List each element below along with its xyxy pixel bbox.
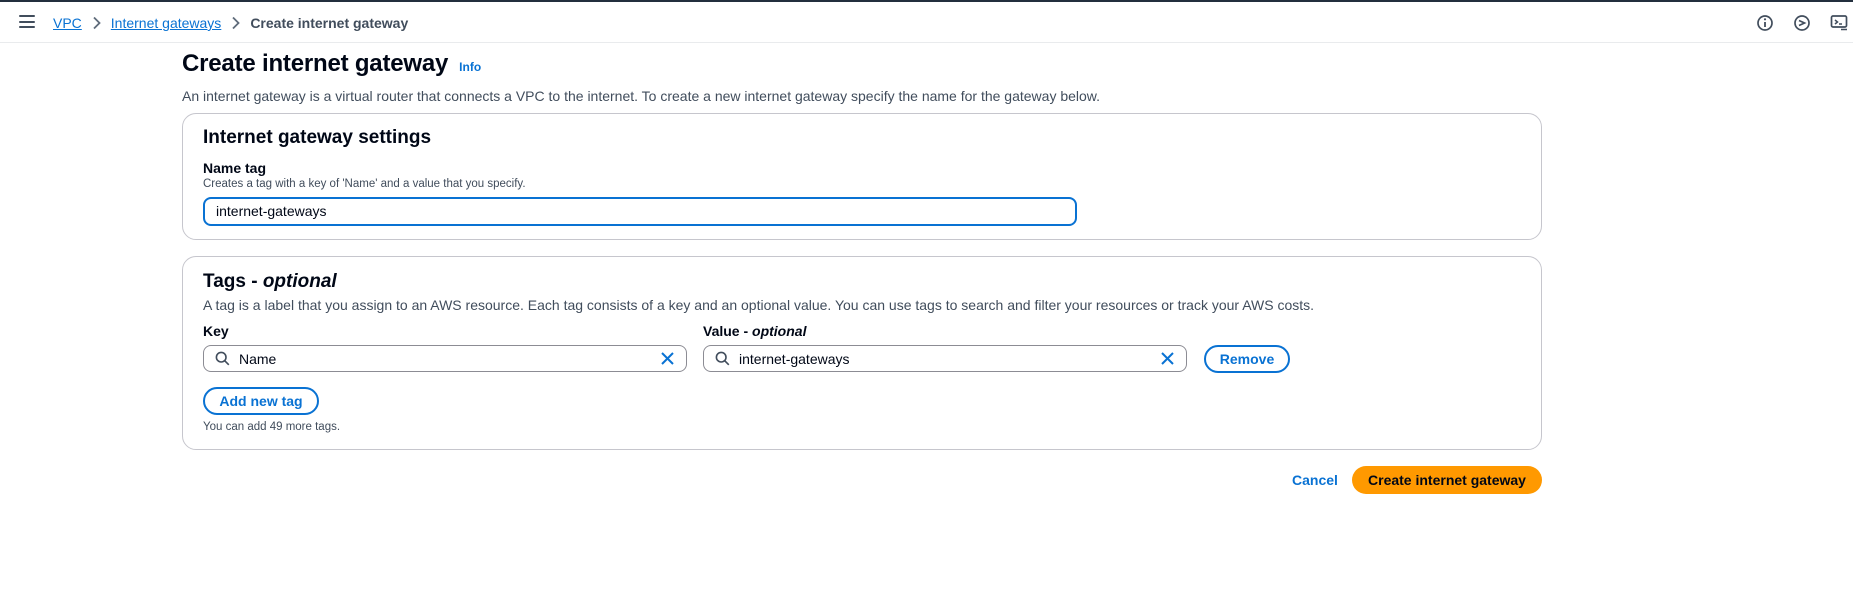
tag-value-input[interactable]: internet-gateways <box>703 345 1187 372</box>
cloudshell-icon[interactable] <box>1830 14 1848 32</box>
chevron-right-icon <box>231 16 241 30</box>
tags-panel: Tags - optional A tag is a label that yo… <box>182 256 1542 450</box>
name-tag-value: internet-gateways <box>216 203 327 219</box>
settings-heading: Internet gateway settings <box>203 127 432 148</box>
cancel-button[interactable]: Cancel <box>1292 472 1338 488</box>
tag-key-value: Name <box>239 351 277 367</box>
breadcrumb-vpc[interactable]: VPC <box>53 15 82 31</box>
info-link[interactable]: Info <box>459 60 481 74</box>
search-icon <box>215 351 230 366</box>
info-circle-icon[interactable] <box>1756 14 1774 32</box>
clear-icon[interactable] <box>660 351 675 366</box>
add-new-tag-button[interactable]: Add new tag <box>203 387 319 415</box>
remove-tag-button[interactable]: Remove <box>1204 345 1290 373</box>
tag-key-input[interactable]: Name <box>203 345 687 372</box>
name-tag-hint: Creates a tag with a key of 'Name' and a… <box>203 178 526 190</box>
tags-description: A tag is a label that you assign to an A… <box>203 297 1315 313</box>
key-label: Key <box>203 323 229 339</box>
name-tag-input[interactable]: internet-gateways <box>203 197 1077 226</box>
breadcrumb: VPC Internet gateways Create internet ga… <box>53 15 408 31</box>
value-label: Value - optional <box>703 323 807 339</box>
clear-icon[interactable] <box>1160 351 1175 366</box>
tag-value-value: internet-gateways <box>739 351 850 367</box>
breadcrumb-internet-gateways[interactable]: Internet gateways <box>111 15 222 31</box>
tags-limit-hint: You can add 49 more tags. <box>203 421 341 433</box>
menu-icon[interactable] <box>19 15 35 28</box>
breadcrumb-current: Create internet gateway <box>250 15 409 31</box>
name-tag-label: Name tag <box>203 160 267 176</box>
feedback-icon[interactable] <box>1793 14 1811 32</box>
internet-gateway-settings-panel: Internet gateway settings Name tag Creat… <box>182 113 1542 240</box>
chevron-right-icon <box>92 16 101 30</box>
search-icon <box>715 351 730 366</box>
create-internet-gateway-button[interactable]: Create internet gateway <box>1352 466 1542 494</box>
tags-heading: Tags - optional <box>203 271 337 292</box>
page-description: An internet gateway is a virtual router … <box>182 88 1101 104</box>
top-navigation-bar: VPC Internet gateways Create internet ga… <box>0 2 1853 43</box>
page-title: Create internet gateway <box>182 50 449 77</box>
page-header: Create internet gateway Info An internet… <box>182 50 1542 104</box>
